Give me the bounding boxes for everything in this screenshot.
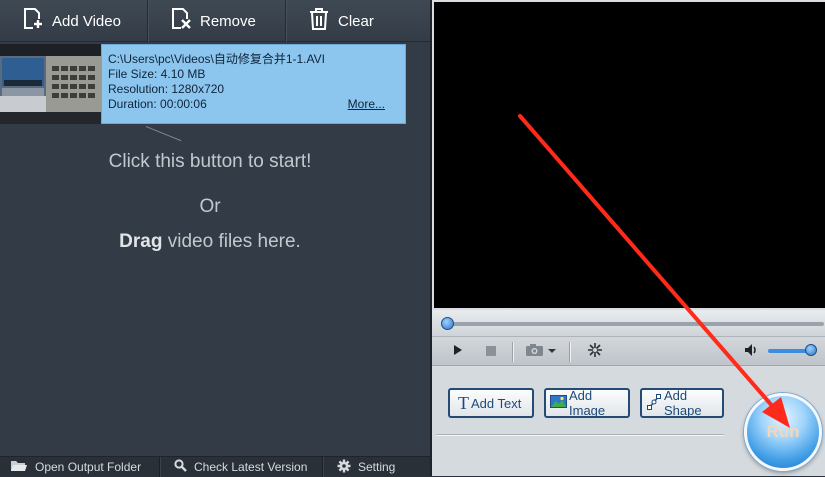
seek-bar[interactable] [432, 310, 825, 336]
add-text-button[interactable]: T Add Text [448, 388, 534, 418]
check-latest-version-label: Check Latest Version [194, 460, 308, 474]
play-icon [453, 343, 463, 361]
clear-button[interactable]: Clear [286, 0, 430, 42]
control-divider [569, 342, 570, 362]
hint-drag-rest: video files here. [162, 231, 301, 252]
left-panel: Add Video Remove Clear C:\Users\pc\Video… [0, 0, 430, 477]
status-bar: Open Output Folder Check Latest Version [0, 456, 430, 477]
add-image-button[interactable]: Add Image [544, 388, 630, 418]
right-panel: T Add Text Add Image Add Shape Run [430, 0, 825, 476]
seek-handle[interactable] [441, 317, 454, 330]
volume-button[interactable] [743, 343, 761, 361]
setting-label: Setting [358, 460, 396, 474]
text-tool-icon: T [458, 392, 469, 413]
hint-or: Or [199, 196, 221, 217]
camera-icon [525, 343, 557, 362]
trash-icon [308, 7, 338, 35]
remove-label: Remove [200, 12, 256, 30]
add-text-label: Add Text [471, 395, 522, 411]
control-divider [512, 342, 513, 362]
add-shape-label: Add Shape [664, 388, 702, 418]
check-latest-version-button[interactable]: Check Latest Version [160, 457, 323, 477]
search-icon [174, 459, 194, 475]
run-label: Run [766, 422, 800, 441]
hint-drag-bold: Drag [119, 231, 163, 252]
effects-button[interactable] [586, 342, 604, 363]
setting-button[interactable]: Setting [323, 457, 430, 477]
stop-button[interactable] [483, 343, 499, 361]
volume-slider-handle[interactable] [805, 344, 818, 356]
snapshot-button[interactable] [523, 343, 559, 361]
sparkle-icon [587, 342, 603, 363]
remove-icon [170, 7, 200, 35]
open-output-folder-button[interactable]: Open Output Folder [0, 457, 160, 477]
edit-divider [436, 434, 724, 435]
add-video-button[interactable]: Add Video [0, 0, 148, 42]
add-image-label: Add Image [569, 388, 606, 418]
video-thumbnail [0, 44, 101, 124]
toolbar: Add Video Remove Clear [0, 0, 430, 42]
hint-click-to-start: Click this button to start! [108, 151, 312, 172]
gear-icon [337, 459, 358, 476]
stop-icon [486, 343, 496, 361]
seek-track[interactable] [444, 322, 824, 326]
file-path: C:\Users\pc\Videos\自动修复合并1-1.AVI [108, 52, 325, 66]
add-video-icon [22, 7, 52, 35]
clear-label: Clear [338, 12, 374, 30]
speaker-icon [744, 343, 760, 362]
add-shape-button[interactable]: Add Shape [640, 388, 724, 418]
pointer-line [145, 126, 182, 142]
file-info-panel: C:\Users\pc\Videos\自动修复合并1-1.AVI File Si… [101, 44, 406, 124]
hint-drag: Drag video files here. [0, 231, 420, 253]
add-video-label: Add Video [52, 12, 121, 30]
edit-area: T Add Text Add Image Add Shape Run [432, 367, 825, 476]
folder-icon [10, 459, 35, 475]
file-list-item[interactable]: C:\Users\pc\Videos\自动修复合并1-1.AVI File Si… [0, 44, 406, 124]
play-button[interactable] [450, 343, 466, 361]
player-controls [432, 336, 825, 366]
shape-icon [647, 393, 661, 413]
image-icon [550, 395, 567, 411]
remove-button[interactable]: Remove [148, 0, 286, 42]
file-resolution: Resolution: 1280x720 [108, 82, 225, 96]
open-output-folder-label: Open Output Folder [35, 460, 142, 474]
file-size: File Size: 4.10 MB [108, 67, 206, 81]
run-button[interactable]: Run [744, 393, 822, 471]
video-preview [434, 2, 825, 308]
more-link[interactable]: More... [348, 97, 385, 112]
